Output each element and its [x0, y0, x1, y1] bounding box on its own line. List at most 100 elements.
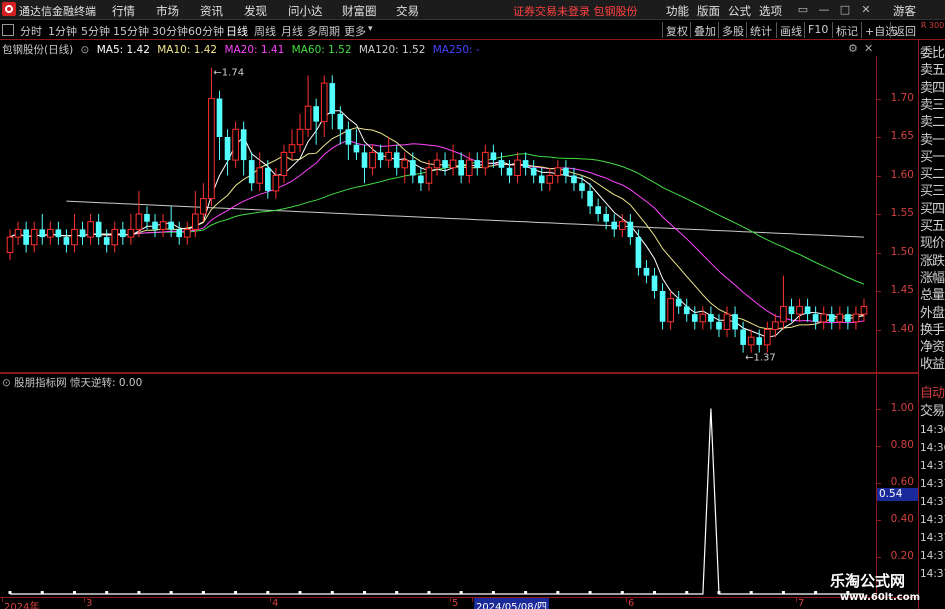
indicator-chart[interactable] [0, 374, 875, 597]
btn-f10[interactable]: F10 [804, 22, 831, 38]
candle[interactable] [183, 221, 191, 245]
btn-huaxian[interactable]: 画线 [776, 22, 805, 38]
candle[interactable] [159, 214, 167, 238]
menu-hangqing[interactable]: 行情 [112, 3, 135, 19]
candle[interactable] [103, 229, 110, 253]
candle[interactable] [296, 113, 304, 153]
candle[interactable] [659, 283, 666, 330]
candle[interactable] [796, 298, 803, 322]
btn-fuquan[interactable]: 复权 [662, 22, 691, 38]
candle[interactable] [425, 160, 433, 191]
more-dropdown-icon[interactable]: ▾ [368, 24, 373, 34]
candle[interactable] [329, 75, 336, 130]
candle[interactable] [611, 214, 618, 238]
candle[interactable] [111, 221, 119, 253]
candle[interactable] [320, 75, 328, 137]
candle[interactable] [747, 329, 755, 353]
candle[interactable] [46, 221, 54, 245]
btn-duogu[interactable]: 多股 [718, 22, 747, 38]
menu-shichang[interactable]: 市场 [156, 3, 179, 19]
candle[interactable] [490, 144, 497, 168]
candle[interactable] [449, 144, 457, 176]
candle[interactable] [353, 129, 360, 161]
stock-name[interactable]: 包钢股份(日线) [2, 44, 73, 56]
menu-wenxiaoda[interactable]: 问小达 [288, 3, 323, 19]
sidebar-trade-item[interactable]: 交易 [920, 402, 945, 422]
candle[interactable] [820, 306, 828, 330]
candle[interactable] [401, 152, 409, 184]
candle[interactable] [708, 306, 714, 330]
candle[interactable] [780, 275, 787, 330]
candle[interactable] [627, 214, 634, 245]
btn-diejia[interactable]: 叠加 [690, 22, 719, 38]
candle[interactable] [176, 221, 183, 245]
candle[interactable] [587, 183, 593, 214]
period-multi[interactable]: 多周期 [307, 23, 340, 39]
candle[interactable] [442, 152, 448, 176]
btn-biaoji[interactable]: 标记 [832, 22, 861, 38]
period-15min[interactable]: 15分钟 [113, 23, 149, 39]
candle[interactable] [393, 144, 400, 176]
candle[interactable] [554, 160, 562, 184]
period-daily[interactable]: 日线 [226, 23, 248, 39]
candle[interactable] [313, 98, 319, 145]
candle[interactable] [208, 67, 215, 207]
candle[interactable] [788, 298, 795, 322]
candle[interactable] [732, 306, 738, 338]
candle[interactable] [514, 152, 521, 184]
candle[interactable] [361, 144, 368, 184]
maximize-icon[interactable]: □ [837, 2, 853, 17]
price-chart[interactable]: ←1.74 ←1.37 [0, 56, 875, 372]
candle[interactable] [860, 298, 868, 322]
close-icon[interactable]: ✕ [858, 2, 874, 17]
candle[interactable] [852, 306, 860, 330]
candle[interactable] [675, 291, 682, 315]
candle[interactable] [39, 214, 46, 245]
candle[interactable] [272, 167, 280, 199]
candle[interactable] [87, 214, 94, 245]
candle[interactable] [563, 160, 569, 184]
candle[interactable] [571, 167, 577, 191]
menu-zixun[interactable]: 资讯 [200, 3, 223, 19]
candle[interactable] [240, 121, 247, 176]
sidebar-quote-item[interactable]: 收益 [920, 355, 945, 375]
menu-caifuquan[interactable]: 财富圈 [342, 3, 377, 19]
login-notice[interactable]: 证券交易未登录 包钢股份 [513, 3, 638, 19]
period-fenshi[interactable]: 分时 [20, 23, 42, 39]
candle[interactable] [119, 221, 126, 245]
candle[interactable] [845, 306, 851, 330]
candle[interactable] [763, 321, 771, 353]
candle[interactable] [152, 214, 158, 238]
candle[interactable] [337, 106, 344, 145]
candle[interactable] [377, 144, 384, 168]
candle[interactable] [579, 175, 585, 199]
candle[interactable] [30, 221, 38, 253]
minimize-icon[interactable]: — [816, 2, 832, 17]
shrink-icon[interactable]: ▭ [795, 2, 811, 17]
candle[interactable] [667, 291, 674, 330]
candle[interactable] [95, 214, 102, 245]
candle[interactable] [23, 221, 29, 253]
candle[interactable] [458, 152, 464, 184]
candle[interactable] [345, 121, 352, 161]
candle[interactable] [716, 314, 722, 338]
btn-back[interactable]: 返回 [890, 22, 919, 38]
menu-faxian[interactable]: 发现 [244, 3, 267, 19]
candle[interactable] [385, 137, 392, 168]
candle[interactable] [804, 298, 811, 322]
candle[interactable] [232, 121, 239, 168]
user-label[interactable]: 游客 [893, 3, 916, 19]
candle[interactable] [691, 306, 698, 330]
candle[interactable] [224, 129, 231, 176]
candle[interactable] [304, 75, 312, 137]
settings-icon[interactable]: ⚙ [848, 42, 858, 55]
candle[interactable] [248, 152, 255, 191]
candle[interactable] [14, 221, 22, 245]
candle[interactable] [474, 152, 481, 176]
period-1min[interactable]: 1分钟 [48, 23, 77, 39]
period-30min[interactable]: 30分钟 [152, 23, 188, 39]
candle[interactable] [683, 298, 690, 322]
menu-gongneng[interactable]: 功能 [666, 3, 689, 19]
period-more[interactable]: 更多 [344, 23, 366, 39]
btn-tongji[interactable]: 统计 [746, 22, 775, 38]
